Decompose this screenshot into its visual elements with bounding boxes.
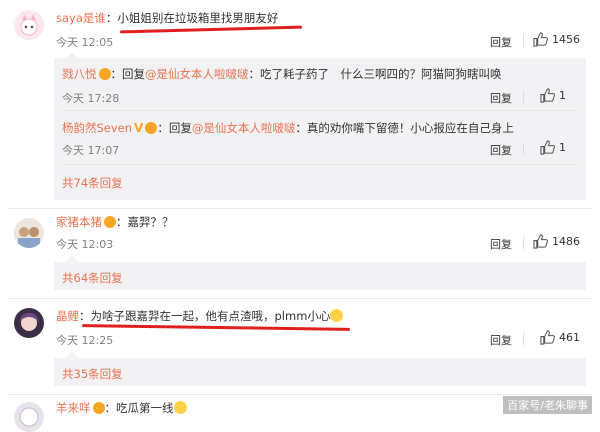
reply-button[interactable]: 回复: [490, 236, 512, 252]
like-count: 461: [559, 331, 580, 344]
member-badge-icon: [145, 122, 158, 134]
reply-time: 今天 17:07: [62, 144, 120, 157]
thumbs-up-icon: [540, 140, 555, 155]
like-count: 1456: [552, 33, 580, 46]
like-count: 1: [559, 141, 566, 154]
thumbs-up-icon: [540, 88, 555, 103]
reply-text: 戮八悦 ：回复@是仙女本人啦啵啵：吃了耗子药了 什么三啊四的？阿猫阿狗瞎叫唤: [62, 67, 502, 81]
reply-text: 杨韵然Seven V ：回复@是仙女本人啦啵啵：真的劝你嘴下留德！小心报应在自己身上: [62, 121, 514, 135]
thumbs-up-icon: [533, 234, 548, 249]
verified-v-icon: V: [134, 121, 144, 135]
comment-body: ：嘉羿？？: [116, 215, 174, 229]
more-replies-link[interactable]: 共35条回复: [62, 366, 123, 382]
username-link[interactable]: 晶鲤: [56, 309, 79, 323]
comment-text: saya是谁：小姐姐别在垃圾箱里找男朋友好: [56, 11, 279, 25]
member-badge-icon: [104, 216, 116, 228]
thumbs-up-icon: [540, 330, 555, 345]
comment-divider: [8, 298, 592, 299]
mention-link[interactable]: @是仙女本人啦啵啵: [192, 121, 296, 135]
username-link[interactable]: 家猪本猪: [56, 215, 102, 229]
grin-emoji-icon: [173, 401, 187, 414]
comment-time: 今天 12:03: [56, 238, 114, 251]
reply-button[interactable]: 回复: [490, 34, 512, 50]
comment-text: 家猪本猪 ：嘉羿？？: [56, 214, 174, 230]
divider: [523, 91, 524, 103]
reply-divider: [62, 164, 578, 165]
reply-box: [54, 262, 586, 290]
divider: [523, 143, 524, 155]
like-count: 1: [559, 89, 566, 102]
red-underline: [81, 324, 351, 331]
reply-divider: [62, 110, 578, 111]
divider: [523, 237, 524, 249]
like-count: 1486: [552, 235, 580, 248]
more-replies-link[interactable]: 共74条回复: [62, 175, 123, 191]
username-link[interactable]: 杨韵然Seven: [62, 121, 132, 135]
reply-time: 今天 17:28: [62, 92, 120, 105]
more-replies-link[interactable]: 共64条回复: [62, 270, 123, 286]
avatar[interactable]: [14, 10, 44, 40]
comment-divider: [8, 208, 592, 209]
mention-link[interactable]: @是仙女本人啦啵啵: [145, 67, 249, 81]
reply-button[interactable]: 回复: [490, 90, 512, 106]
username-link[interactable]: 戮八悦: [62, 67, 97, 81]
like-button[interactable]: 461: [540, 330, 580, 345]
comment-divider: [8, 394, 592, 395]
reply-button[interactable]: 回复: [490, 332, 512, 348]
reply-button[interactable]: 回复: [490, 142, 512, 158]
like-button[interactable]: 1: [540, 88, 566, 103]
username-link[interactable]: 羊来咩: [56, 401, 91, 415]
comment-body: 为啥子跟嘉羿在一起，他有点渣哦，plmm小心: [90, 309, 331, 323]
comment-time: 今天 12:25: [56, 334, 114, 347]
username-link[interactable]: saya是谁: [56, 11, 106, 25]
like-button[interactable]: 1486: [533, 234, 580, 249]
comment-text: 晶鲤：为啥子跟嘉羿在一起，他有点渣哦，plmm小心: [56, 308, 344, 324]
comment-text: 羊来咩 ：吃瓜第一线: [56, 400, 187, 416]
member-badge-icon: [98, 68, 111, 80]
surprised-emoji-icon: [330, 309, 344, 322]
avatar[interactable]: [14, 402, 44, 432]
like-button[interactable]: 1456: [533, 32, 580, 47]
avatar[interactable]: [14, 218, 44, 248]
comment-time: 今天 12:05: [56, 36, 114, 49]
comment-body: ：吃瓜第一线: [104, 401, 174, 415]
avatar[interactable]: [14, 308, 44, 338]
divider: [523, 35, 524, 47]
watermark: 百家号/老朱聊事: [503, 396, 592, 414]
red-underline: [119, 25, 303, 34]
reply-box: [54, 358, 586, 386]
thumbs-up-icon: [533, 32, 548, 47]
comment-body: 小姐姐别在垃圾箱里找男朋友好: [117, 11, 279, 25]
member-badge-icon: [92, 402, 105, 414]
like-button[interactable]: 1: [540, 140, 566, 155]
divider: [523, 333, 524, 345]
